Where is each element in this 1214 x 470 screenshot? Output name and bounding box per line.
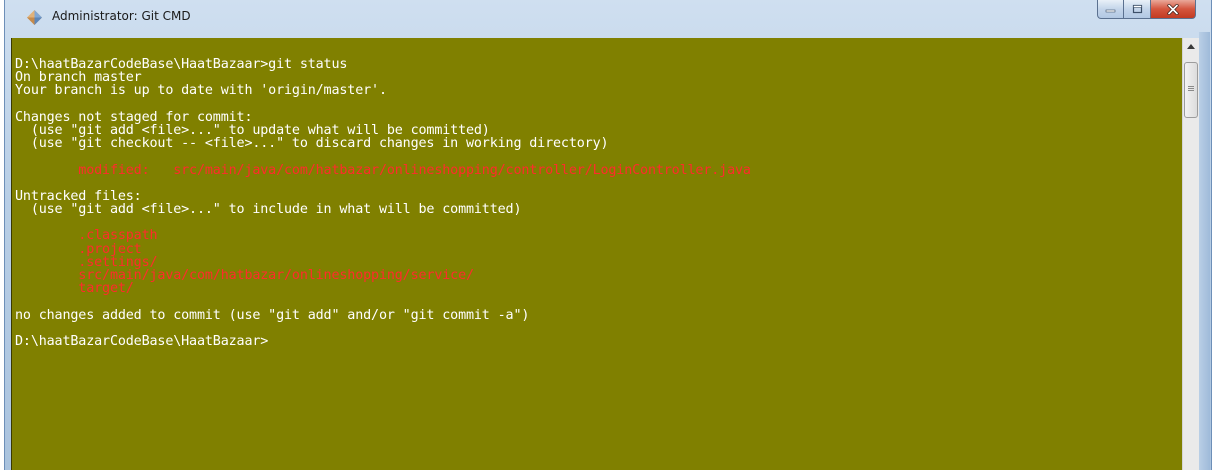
terminal-line: Your branch is up to date with 'origin/m… [15,83,387,99]
terminal-line: Changes not staged for commit: [15,109,253,125]
terminal-line: D:\haatBazarCodeBase\HaatBazaar> [15,333,269,349]
window-controls [1097,0,1196,20]
terminal-line: (use "git add <file>..." to include in w… [15,202,522,218]
scroll-thumb[interactable] [1184,62,1198,118]
terminal-line: .project [15,241,142,257]
scroll-up-arrow-icon [1187,44,1195,49]
scroll-up-button[interactable] [1183,38,1199,55]
maximize-icon [1132,4,1142,14]
scroll-thumb-grip-icon [1188,86,1194,87]
terminal-line: .classpath [15,228,158,244]
git-cmd-window: Administrator: Git CMD D:\haatBazarCodeB… [0,0,1214,470]
git-icon [27,10,42,25]
minimize-button[interactable] [1097,0,1124,19]
close-button[interactable] [1151,0,1196,19]
window-right-border [1199,32,1210,470]
terminal-line: modified: src/main/java/com/hatbazar/onl… [15,162,751,178]
terminal-line: no changes added to commit (use "git add… [15,307,530,323]
minimize-icon [1105,9,1116,13]
title-bar[interactable]: Administrator: Git CMD [4,0,1210,32]
terminal-output[interactable]: D:\haatBazarCodeBase\HaatBazaar>git stat… [11,38,1182,470]
maximize-button[interactable] [1124,0,1151,19]
terminal-lines: D:\haatBazarCodeBase\HaatBazaar>git stat… [15,58,751,349]
vertical-scrollbar[interactable] [1182,38,1199,470]
terminal-line: (use "git checkout -- <file>..." to disc… [15,136,609,152]
close-icon [1167,3,1179,15]
terminal-line: target/ [15,281,134,297]
window-title: Administrator: Git CMD [52,9,191,23]
